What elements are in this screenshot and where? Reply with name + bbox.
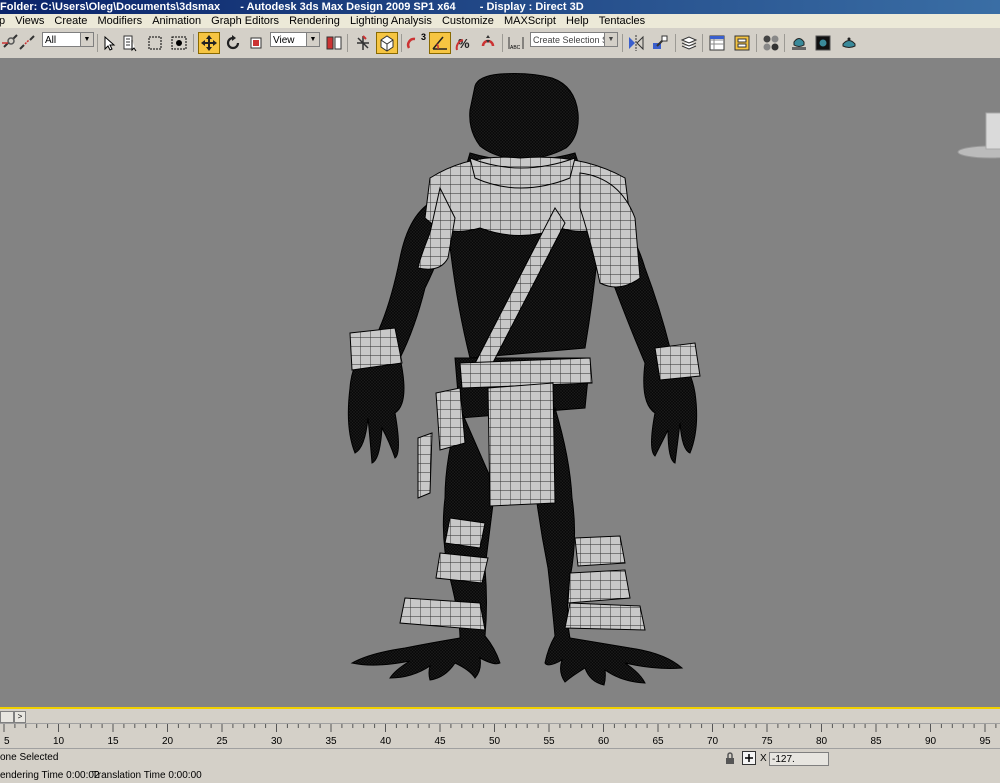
snap-level: 3	[420, 32, 426, 42]
menu-lighting-analysis[interactable]: Lighting Analysis	[347, 14, 436, 28]
track-tick-label: 75	[761, 736, 773, 747]
percent-snap-icon[interactable]: %	[453, 32, 475, 54]
menu-animation[interactable]: Animation	[149, 14, 205, 28]
track-tick-label: 10	[53, 736, 65, 747]
toolbar-divider	[347, 34, 348, 52]
window-crossing-icon[interactable]	[168, 32, 190, 54]
x-coord-label: X	[760, 753, 767, 764]
track-tick-label: 20	[162, 736, 174, 747]
track-tick-label: 50	[489, 736, 501, 747]
title-bar: Folder: C:\Users\Oleg\Documents\3dsmax -…	[0, 0, 1000, 14]
align-icon[interactable]	[649, 32, 671, 54]
x-coordinate-field[interactable]: -127.	[769, 752, 829, 766]
selection-filter-dropdown[interactable]: All ▼	[42, 32, 94, 47]
menu-help[interactable]: Help	[563, 14, 593, 28]
track-tick-label: 35	[325, 736, 337, 747]
menu-rendering[interactable]: Rendering	[286, 14, 344, 28]
rendered-frame-icon[interactable]	[812, 32, 834, 54]
schematic-view-icon[interactable]	[731, 32, 753, 54]
toolbar-divider	[702, 34, 703, 52]
title-folder: Folder: C:\Users\Oleg\Documents\3dsmax	[0, 1, 221, 13]
toolbar-divider	[502, 34, 503, 52]
menu-create[interactable]: Create	[51, 14, 91, 28]
toolbar-divider	[401, 34, 402, 52]
title-app: - Autodesk 3ds Max Design 2009 SP1 x64	[240, 1, 456, 13]
menu-file[interactable]: p	[0, 14, 9, 28]
edit-named-label: ABC	[510, 45, 521, 51]
track-bar[interactable]: 5101520253035404550556065707580859095100	[0, 723, 1000, 749]
move-icon[interactable]	[198, 32, 220, 54]
menu-modifiers[interactable]: Modifiers	[95, 14, 147, 28]
track-tick-label: 40	[380, 736, 392, 747]
track-tick-label: 70	[707, 736, 719, 747]
spinner-snap-icon[interactable]	[477, 32, 499, 54]
time-slider-handle[interactable]	[0, 711, 14, 723]
toolbar-divider	[193, 34, 194, 52]
next-frame-button[interactable]: >	[14, 711, 26, 723]
title-display: - Display : Direct 3D	[479, 1, 584, 13]
track-tick-label: 60	[598, 736, 610, 747]
keyboard-shortcut-icon[interactable]	[376, 32, 398, 54]
curve-editor-icon[interactable]	[706, 32, 728, 54]
toolbar-divider	[756, 34, 757, 52]
edit-named-selection-icon[interactable]: ABC	[505, 32, 527, 54]
track-tick-label: 55	[543, 736, 555, 747]
use-pivot-icon[interactable]	[323, 32, 345, 54]
snap-icon[interactable]: 3	[404, 32, 426, 54]
reference-coordinate-dropdown[interactable]: View ▼	[270, 32, 320, 47]
menu-tentacles[interactable]: Tentacles	[596, 14, 649, 28]
track-tick-label: 45	[434, 736, 446, 747]
track-tick-label: 90	[925, 736, 937, 747]
track-tick-label: 65	[652, 736, 664, 747]
lock-icon[interactable]	[724, 752, 736, 765]
time-slider[interactable]: >	[0, 709, 1000, 723]
track-tick-label: 5	[4, 736, 10, 747]
layer-manager-icon[interactable]	[678, 32, 700, 54]
menu-customize[interactable]: Customize	[439, 14, 498, 28]
rect-region-icon[interactable]	[144, 32, 166, 54]
rendering-time: endering Time 0:00:02	[0, 770, 100, 781]
menu-bar: p Views Create Modifiers Animation Graph…	[0, 14, 1000, 28]
quick-render-icon[interactable]	[838, 32, 860, 54]
angle-snap-icon[interactable]	[429, 32, 451, 54]
mirror-icon[interactable]	[625, 32, 647, 54]
toolbar-divider	[622, 34, 623, 52]
unlink-icon[interactable]	[16, 32, 38, 54]
render-setup-icon[interactable]	[788, 32, 810, 54]
track-tick-label: 25	[216, 736, 228, 747]
creature-model	[347, 73, 1000, 686]
perspective-viewport[interactable]	[0, 58, 1000, 709]
menu-graph-editors[interactable]: Graph Editors	[208, 14, 283, 28]
svg-text:%: %	[458, 36, 470, 51]
material-editor-icon[interactable]	[760, 32, 782, 54]
menu-views[interactable]: Views	[12, 14, 48, 28]
reference-coordinate-value: View	[273, 35, 295, 46]
chevron-down-icon: ▼	[306, 33, 319, 46]
chevron-down-icon: ▼	[80, 33, 93, 46]
toolbar-divider	[675, 34, 676, 52]
track-tick-label: 85	[870, 736, 882, 747]
rotate-icon[interactable]	[222, 32, 244, 54]
status-bar: one Selected endering Time 0:00:02 Trans…	[0, 748, 1000, 783]
track-ruler: 5101520253035404550556065707580859095100	[3, 724, 997, 747]
select-by-name-icon[interactable]	[120, 32, 142, 54]
manipulate-icon[interactable]	[352, 32, 374, 54]
named-selection-dropdown[interactable]: Create Selection Set ▼	[530, 32, 618, 47]
scale-icon[interactable]	[246, 32, 268, 54]
chevron-down-icon: ▼	[604, 33, 617, 46]
select-icon[interactable]	[98, 32, 120, 54]
track-tick-label: 15	[107, 736, 119, 747]
absolute-mode-icon[interactable]	[742, 751, 756, 765]
track-tick-label: 30	[271, 736, 283, 747]
selection-filter-value: All	[45, 35, 57, 46]
track-tick-label: 80	[816, 736, 828, 747]
toolbar-divider	[784, 34, 785, 52]
menu-maxscript[interactable]: MAXScript	[501, 14, 560, 28]
track-tick-label: 95	[979, 736, 991, 747]
translation-time: Translation Time 0:00:00	[92, 770, 202, 781]
main-toolbar: All ▼ View ▼ 3 % ABC Create Selection Se…	[0, 28, 1000, 59]
selection-status: one Selected	[0, 752, 59, 763]
